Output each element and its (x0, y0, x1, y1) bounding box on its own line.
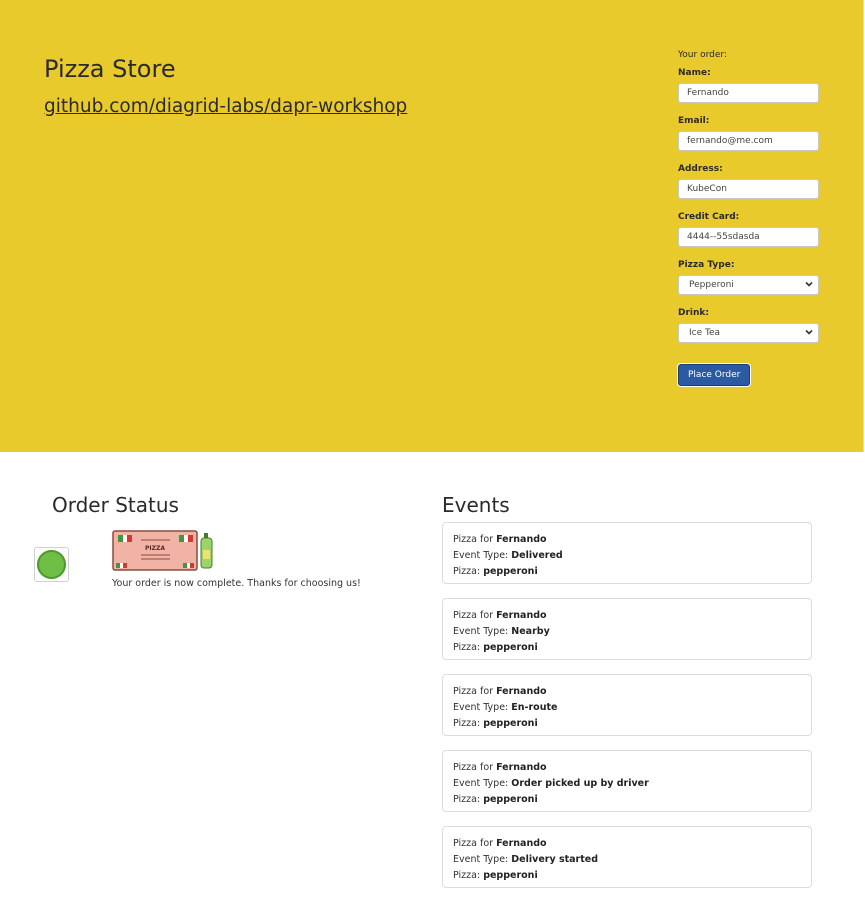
status-indicator (34, 547, 69, 582)
chevron-down-icon (805, 281, 813, 287)
event-card: Pizza for Fernando Event Type: Order pic… (442, 750, 812, 812)
events-list: Pizza for Fernando Event Type: Delivered… (442, 522, 812, 902)
credit-card-field[interactable]: 4444--55sdasda (678, 227, 819, 247)
place-order-button[interactable]: Place Order (678, 364, 751, 386)
event-pizza: pepperoni (483, 794, 538, 805)
hero-banner: Pizza Store github.com/diagrid-labs/dapr… (0, 0, 864, 452)
pizza-type-label: Pizza Type: (678, 260, 735, 270)
order-form: Your order: Name: Fernando Email: fernan… (678, 50, 819, 386)
email-field[interactable]: fernando@me.com (678, 131, 819, 151)
event-pizza: pepperoni (483, 566, 538, 577)
drink-bottle-icon (200, 533, 213, 569)
name-label: Name: (678, 68, 711, 78)
order-complete-message: Your order is now complete. Thanks for c… (112, 578, 361, 589)
status-complete-icon (37, 550, 66, 579)
event-type: En-route (511, 702, 558, 713)
pizza-type-select[interactable]: Pepperoni (678, 275, 819, 295)
order-form-heading: Your order: (678, 50, 727, 60)
events-title: Events (442, 493, 510, 517)
pizza-box-icon: PIZZA (112, 530, 216, 576)
repo-link[interactable]: github.com/diagrid-labs/dapr-workshop (44, 96, 407, 117)
event-customer: Fernando (496, 838, 547, 849)
address-label: Address: (678, 164, 723, 174)
page-title: Pizza Store (44, 55, 176, 83)
italian-flag-icon (179, 535, 193, 542)
event-type: Order picked up by driver (511, 778, 649, 789)
drink-select[interactable]: Ice Tea (678, 323, 819, 343)
name-field[interactable]: Fernando (678, 83, 819, 103)
event-pizza: pepperoni (483, 642, 538, 653)
drink-label: Drink: (678, 308, 709, 318)
event-customer: Fernando (496, 534, 547, 545)
event-card: Pizza for Fernando Event Type: En-route … (442, 674, 812, 736)
event-pizza: pepperoni (483, 870, 538, 881)
order-status-title: Order Status (52, 493, 179, 517)
event-customer: Fernando (496, 610, 547, 621)
address-field[interactable]: KubeCon (678, 179, 819, 199)
event-type: Delivered (511, 550, 563, 561)
italian-flag-icon (118, 535, 132, 542)
event-card: Pizza for Fernando Event Type: Delivered… (442, 522, 812, 584)
pizza-box-label: PIZZA (145, 545, 165, 552)
chevron-down-icon (805, 329, 813, 335)
event-card: Pizza for Fernando Event Type: Delivery … (442, 826, 812, 888)
event-card: Pizza for Fernando Event Type: Nearby Pi… (442, 598, 812, 660)
event-customer: Fernando (496, 686, 547, 697)
email-label: Email: (678, 116, 710, 126)
event-type: Nearby (511, 626, 550, 637)
drink-value: Ice Tea (689, 328, 721, 338)
event-customer: Fernando (496, 762, 547, 773)
event-pizza: pepperoni (483, 718, 538, 729)
event-type: Delivery started (511, 854, 599, 865)
pizza-type-value: Pepperoni (689, 280, 734, 290)
credit-card-label: Credit Card: (678, 212, 740, 222)
